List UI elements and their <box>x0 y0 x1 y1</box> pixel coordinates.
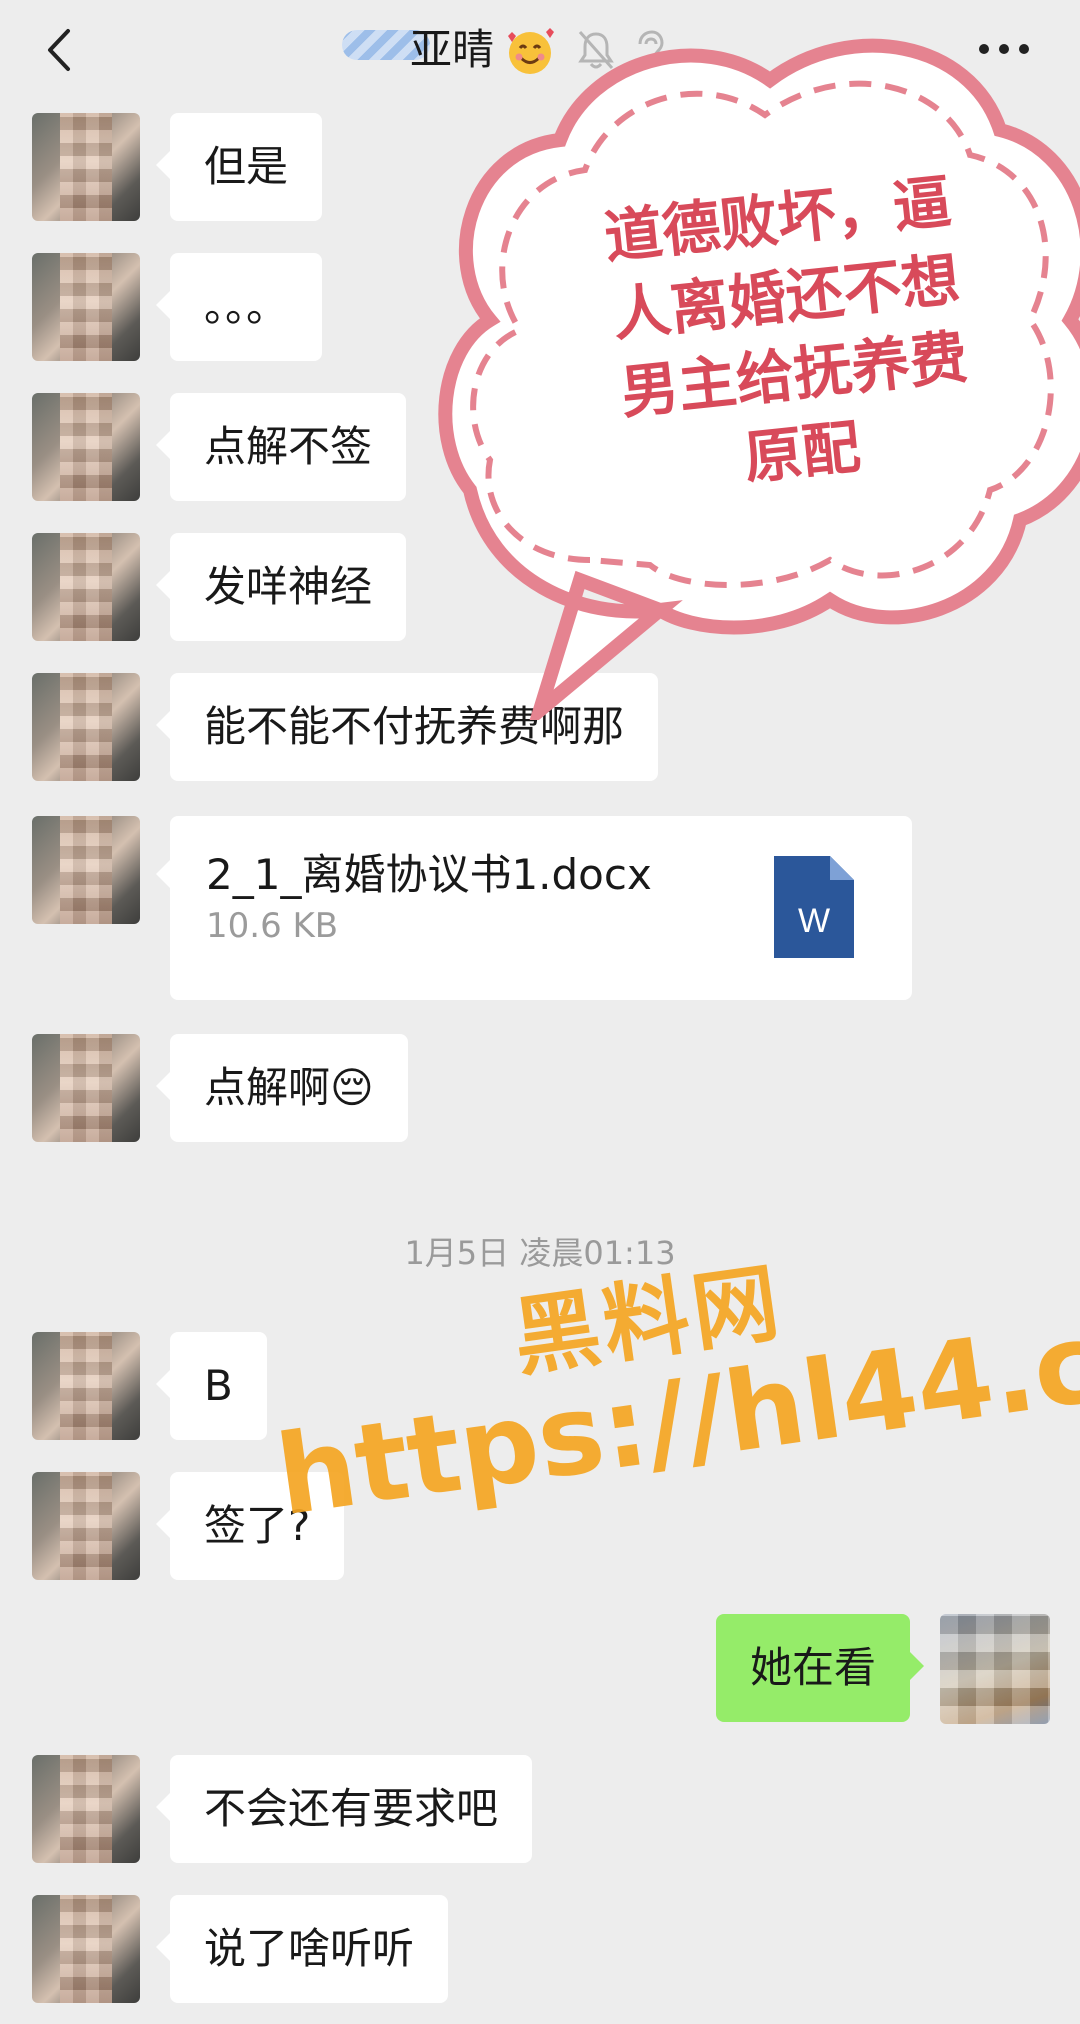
contact-avatar[interactable] <box>32 533 140 641</box>
cloud-annotation-text: 道德败坏，逼 人离婚还不想 男主给抚养费 原配 <box>601 167 971 493</box>
message-bubble[interactable]: 点解不签 <box>155 393 407 501</box>
svg-text:W: W <box>798 902 830 940</box>
contact-avatar[interactable] <box>32 673 140 781</box>
back-chevron-icon[interactable] <box>40 25 80 75</box>
message-bubble[interactable]: 但是 <box>155 113 323 221</box>
my-avatar[interactable] <box>940 1614 1050 1724</box>
file-size: 10.6 KB <box>206 906 339 946</box>
message-bubble[interactable]: 点解啊😔 <box>156 1034 408 1142</box>
message-bubble[interactable]: B <box>156 1332 267 1440</box>
contact-avatar[interactable] <box>32 253 140 361</box>
contact-avatar[interactable] <box>32 1755 140 1863</box>
contact-avatar[interactable] <box>32 1895 140 2003</box>
contact-avatar[interactable] <box>32 1332 140 1440</box>
contact-avatar[interactable] <box>32 1034 140 1142</box>
word-doc-icon: W <box>774 856 854 958</box>
contact-avatar[interactable] <box>32 113 140 221</box>
file-name: 2_1_离婚协议书1.docx <box>206 850 652 899</box>
contact-avatar[interactable] <box>32 1472 140 1580</box>
file-message-card[interactable]: 2_1_离婚协议书1.docx 10.6 KB W <box>156 816 912 1000</box>
message-bubble[interactable]: 。。。 <box>155 253 323 361</box>
contact-avatar[interactable] <box>32 393 140 501</box>
contact-avatar[interactable] <box>32 816 140 924</box>
my-message-bubble[interactable]: 她在看 <box>715 1614 925 1722</box>
message-bubble[interactable]: 发咩神经 <box>155 533 407 641</box>
message-bubble[interactable]: 不会还有要求吧 <box>155 1755 533 1863</box>
message-bubble[interactable]: 说了啥听听 <box>155 1895 449 2003</box>
